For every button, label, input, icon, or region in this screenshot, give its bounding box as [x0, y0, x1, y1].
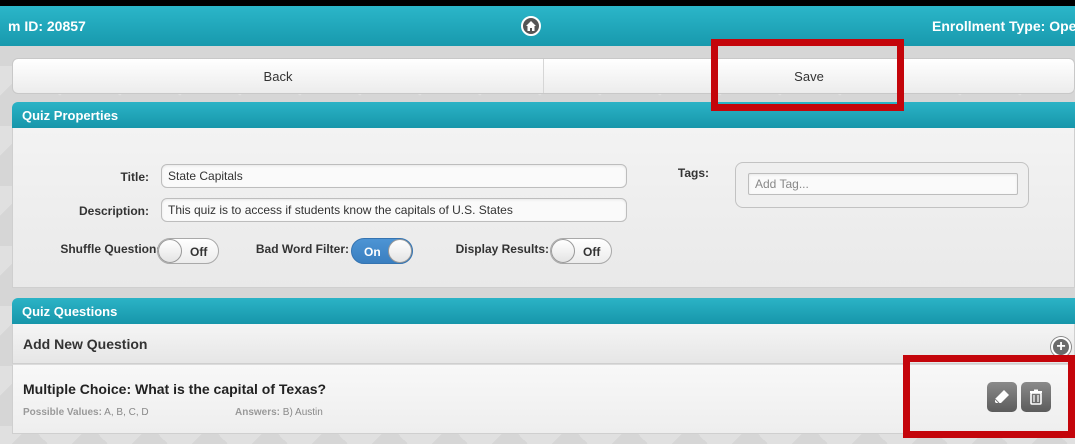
- possible-values: Possible Values: A, B, C, D: [23, 407, 149, 418]
- answers-label: Answers:: [235, 407, 281, 418]
- question-row[interactable]: Multiple Choice: What is the capital of …: [12, 364, 1075, 434]
- tags-input[interactable]: [748, 173, 1018, 195]
- add-question-label: Add New Question: [23, 336, 148, 352]
- bad-word-filter-label: Bad Word Filter:: [255, 242, 349, 256]
- toggle-state: Off: [190, 245, 208, 259]
- toggle-state: On: [364, 245, 381, 259]
- edit-eraser-icon[interactable]: [987, 382, 1017, 412]
- tags-label: Tags:: [677, 166, 709, 180]
- description-field[interactable]: [161, 198, 627, 222]
- toggle-knob: [158, 239, 182, 263]
- possible-values-label: Possible Values:: [23, 407, 102, 418]
- home-icon[interactable]: [521, 16, 541, 36]
- toggle-knob: [388, 239, 412, 263]
- answers-value: B) Austin: [282, 407, 323, 418]
- title-field[interactable]: [161, 164, 627, 188]
- shuffle-questions-toggle[interactable]: Off: [157, 238, 219, 264]
- quiz-properties-panel: Title: Description: Tags: Shuffle Questi…: [12, 128, 1075, 288]
- title-label: Title:: [120, 170, 149, 184]
- question-title: Multiple Choice: What is the capital of …: [23, 381, 327, 397]
- save-button[interactable]: Save: [543, 59, 1074, 93]
- trash-icon[interactable]: [1021, 382, 1051, 412]
- quiz-properties-header: Quiz Properties: [12, 102, 1075, 128]
- display-results-label: Display Results:: [455, 242, 549, 256]
- display-results-toggle[interactable]: Off: [550, 238, 612, 264]
- bad-word-filter-toggle[interactable]: On: [351, 238, 413, 264]
- top-header: m ID: 20857 Enrollment Type: Oper: [0, 6, 1075, 46]
- program-id: m ID: 20857: [8, 18, 86, 34]
- toggle-state: Off: [583, 245, 601, 259]
- add-question-icon[interactable]: +: [1051, 337, 1071, 357]
- add-question-row[interactable]: Add New Question +: [12, 324, 1075, 364]
- tags-container: [735, 162, 1029, 208]
- possible-values-value: A, B, C, D: [104, 407, 149, 418]
- back-button[interactable]: Back: [13, 59, 543, 93]
- action-bar: Back Save: [12, 58, 1075, 94]
- description-label: Description:: [78, 204, 149, 218]
- enrollment-type: Enrollment Type: Oper: [932, 18, 1075, 34]
- answers: Answers: B) Austin: [235, 407, 323, 418]
- app-frame: m ID: 20857 Enrollment Type: Oper Back S…: [0, 6, 1075, 444]
- quiz-questions-header: Quiz Questions: [12, 298, 1075, 324]
- shuffle-questions-label: Shuffle Questions:: [60, 242, 167, 256]
- toggle-knob: [551, 239, 575, 263]
